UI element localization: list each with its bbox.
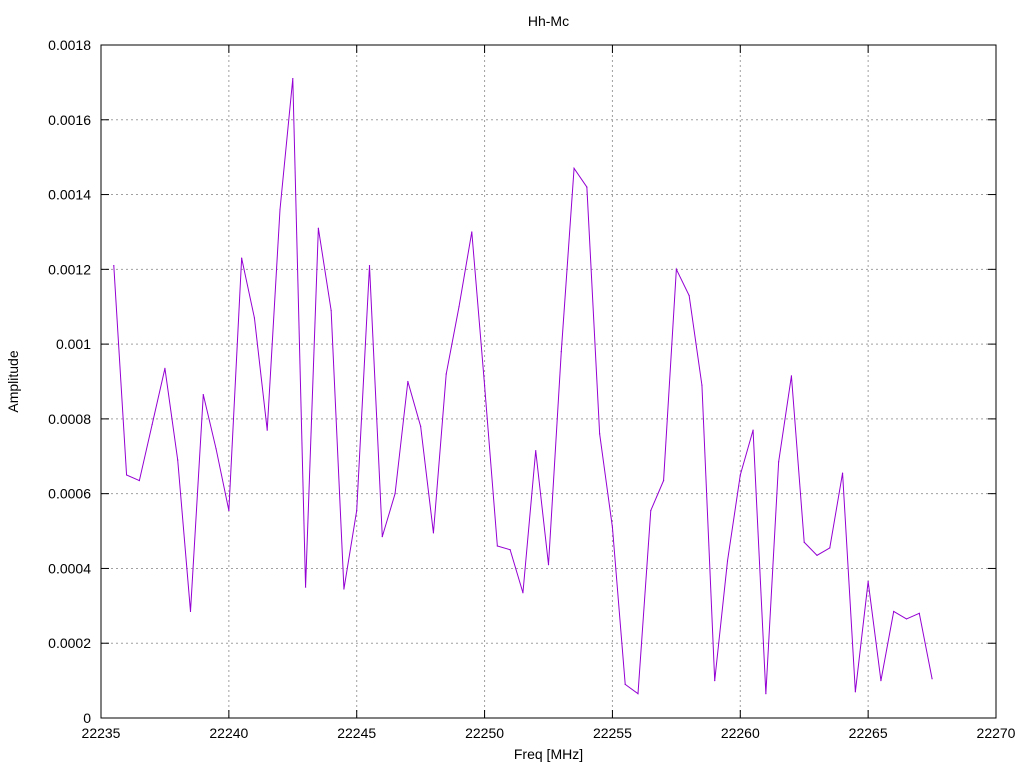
x-tick-label: 22245 — [337, 725, 376, 741]
data-point — [164, 367, 166, 370]
data-point — [522, 592, 524, 594]
x-tick-label: 22265 — [849, 725, 888, 741]
data-point — [151, 423, 153, 426]
data-point — [905, 618, 908, 620]
data-point — [381, 536, 383, 538]
data-point — [343, 588, 345, 590]
data-point — [125, 474, 128, 476]
chart-title: Hh-Mc — [528, 13, 569, 29]
data-point — [611, 526, 614, 528]
data-point — [726, 560, 729, 562]
data-point — [893, 610, 895, 613]
data-point — [113, 264, 115, 267]
data-point — [394, 493, 396, 495]
data-point — [778, 461, 780, 463]
data-point — [292, 78, 294, 80]
data-point — [765, 693, 767, 695]
data-point — [445, 373, 447, 375]
data-point — [790, 375, 793, 377]
data-point — [241, 257, 243, 259]
data-point — [739, 474, 741, 476]
data-point — [854, 691, 856, 693]
tick-labels: 22235 22240 22245 22250 22255 22260 22265 22270… — [48, 37, 1016, 741]
data-point — [816, 554, 818, 556]
data-point — [420, 425, 422, 427]
x-tick-label: 22270 — [977, 725, 1016, 741]
series-line-0 — [113, 78, 933, 695]
data-point — [177, 459, 179, 461]
data-point — [918, 612, 920, 614]
data-point — [752, 429, 754, 431]
chart: 22235 22240 22245 22250 22255 22260 22265 22270… — [5, 13, 1016, 762]
data-point — [662, 479, 665, 482]
y-tick-label: 0.0006 — [48, 486, 91, 502]
data-point — [841, 472, 844, 474]
data-point — [829, 547, 831, 549]
y-tick-label: 0.0018 — [48, 37, 91, 53]
data-point — [432, 532, 435, 534]
data-point — [867, 580, 869, 583]
data-point — [228, 509, 230, 512]
data-point — [714, 680, 716, 682]
y-axis-label: Amplitude — [5, 350, 21, 412]
data-point — [701, 384, 703, 386]
data-point — [803, 541, 805, 543]
data-point — [599, 433, 601, 435]
data-point — [356, 509, 358, 512]
data-point — [471, 231, 473, 233]
data-point — [688, 294, 690, 297]
data-point — [880, 680, 882, 682]
y-tick-label: 0.001 — [56, 336, 91, 352]
x-tick-label: 22240 — [209, 725, 248, 741]
data-point — [547, 564, 550, 566]
x-tick-label: 22255 — [593, 725, 632, 741]
series-layer — [113, 78, 933, 695]
data-point — [138, 479, 140, 482]
data-point — [368, 264, 371, 267]
y-tick-label: 0.0014 — [48, 187, 91, 203]
x-tick-label: 22235 — [82, 725, 121, 741]
y-tick-label: 0 — [83, 710, 91, 726]
data-point — [266, 429, 268, 431]
data-point — [637, 693, 639, 695]
data-point — [202, 393, 204, 396]
y-tick-label: 0.0016 — [48, 112, 91, 128]
data-point — [535, 450, 537, 452]
data-point — [586, 186, 588, 188]
data-point — [304, 586, 307, 588]
data-point — [931, 678, 933, 680]
data-point — [279, 208, 281, 211]
data-point — [483, 384, 486, 386]
data-point — [330, 309, 332, 312]
data-point — [624, 683, 626, 685]
data-point — [407, 380, 409, 383]
data-point — [573, 167, 575, 169]
data-point — [560, 350, 562, 353]
y-tick-label: 0.0012 — [48, 261, 91, 277]
y-tick-label: 0.0004 — [48, 560, 91, 576]
data-point — [496, 545, 498, 547]
data-point — [189, 610, 192, 613]
x-tick-label: 22250 — [465, 725, 504, 741]
data-point — [509, 549, 511, 551]
y-tick-label: 0.0002 — [48, 635, 91, 651]
data-point — [458, 306, 460, 308]
data-point — [675, 268, 677, 270]
x-axis-label: Freq [MHz] — [514, 746, 583, 762]
data-point — [650, 509, 652, 512]
data-point — [317, 227, 319, 229]
data-point — [253, 317, 256, 319]
y-tick-label: 0.0008 — [48, 411, 91, 427]
data-point — [215, 448, 217, 450]
x-tick-label: 22260 — [721, 725, 760, 741]
